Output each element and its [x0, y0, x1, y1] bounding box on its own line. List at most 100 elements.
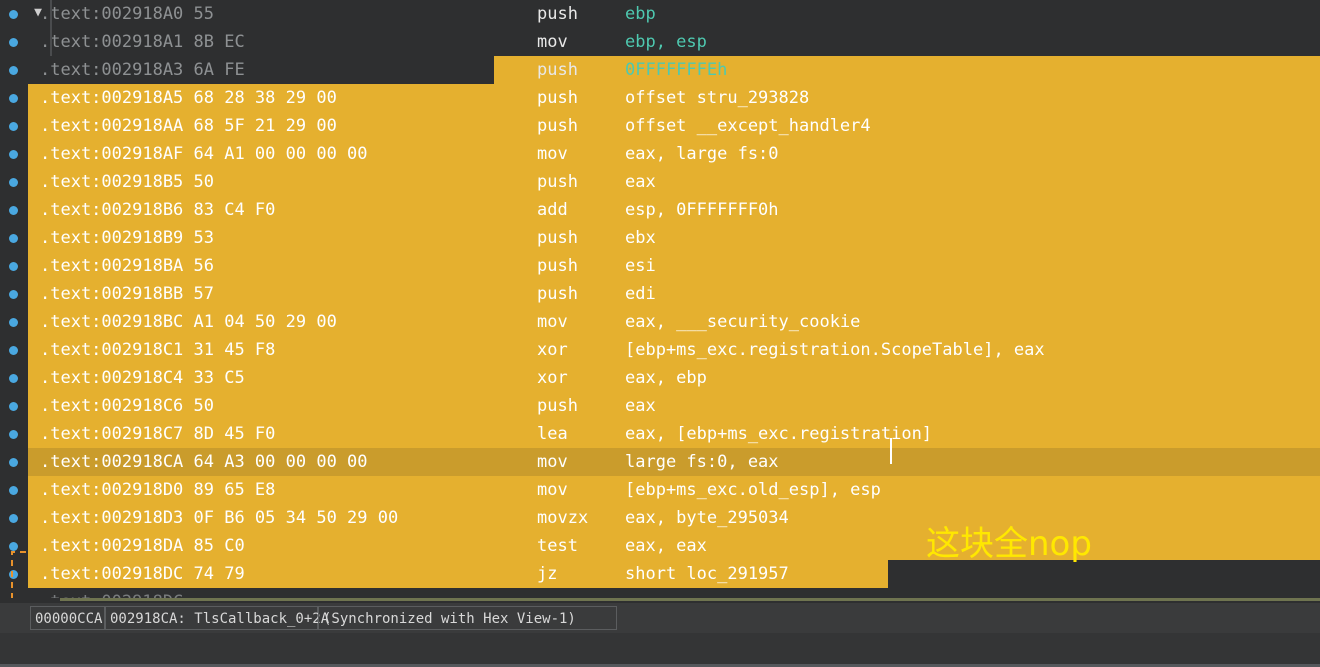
- line-operands: eax, ebp: [625, 368, 707, 388]
- disassembly-row[interactable]: .text:002918C6 50 push eax: [0, 392, 1320, 420]
- disassembly-row[interactable]: .text:002918DA 85 C0 test eax, eax: [0, 532, 1320, 560]
- line-operands: [ebp+ms_exc.registration.ScopeTable], ea…: [625, 340, 1045, 360]
- chevron-down-icon[interactable]: ▼: [28, 0, 48, 28]
- disassembly-row[interactable]: .text:002918BB 57 push edi: [0, 280, 1320, 308]
- disassembly-row[interactable]: .text:002918B6 83 C4 F0 add esp, 0FFFFFFF0…: [0, 196, 1320, 224]
- disassembly-row[interactable]: .text:002918A3 6A FE push 0FFFFFFFEh: [0, 56, 1320, 84]
- gutter[interactable]: [0, 252, 28, 280]
- line-address: .text:002918BC A1 04 50 29 00: [40, 312, 337, 332]
- gutter[interactable]: [0, 28, 28, 56]
- disassembly-row[interactable]: .text:002918D3 0F B6 05 34 50 29 00 movzx…: [0, 504, 1320, 532]
- breakpoint-dot-icon[interactable]: [9, 430, 18, 439]
- disassembly-row[interactable]: .text:002918AA 68 5F 21 29 00 push offset …: [0, 112, 1320, 140]
- gutter[interactable]: [0, 280, 28, 308]
- gutter[interactable]: [0, 448, 28, 476]
- breakpoint-dot-icon[interactable]: [9, 346, 18, 355]
- line-mnemonic: add: [537, 200, 568, 220]
- line-address: .text:002918DC 74 79: [40, 564, 245, 584]
- line-operands: eax: [625, 396, 656, 416]
- disassembly-row[interactable]: .text:002918A0 55 push ebp: [0, 0, 1320, 28]
- gutter[interactable]: [0, 112, 28, 140]
- disassembly-row[interactable]: .text:002918BC A1 04 50 29 00 mov eax, ___…: [0, 308, 1320, 336]
- annotation-label: 这块全nop: [926, 524, 1092, 564]
- gutter[interactable]: [0, 168, 28, 196]
- line-operands: eax, byte_295034: [625, 508, 789, 528]
- gutter[interactable]: [0, 364, 28, 392]
- line-mnemonic: push: [537, 172, 578, 192]
- line-address: .text:002918A3 6A FE: [40, 60, 245, 80]
- breakpoint-dot-icon[interactable]: [9, 514, 18, 523]
- gutter[interactable]: [0, 308, 28, 336]
- row-highlight: [28, 168, 1320, 196]
- disassembly-row[interactable]: .text:002918B5 50 push eax: [0, 168, 1320, 196]
- text-caret: [890, 438, 892, 464]
- line-mnemonic: mov: [537, 32, 568, 52]
- line-operands: ebp: [625, 4, 656, 24]
- breakpoint-dot-icon[interactable]: [9, 122, 18, 131]
- disassembly-row[interactable]: .text:002918DC 74 79 jz short loc_291957: [0, 560, 1320, 588]
- disassembly-row[interactable]: .text:002918A5 68 28 38 29 00 push offset …: [0, 84, 1320, 112]
- disassembly-view[interactable]: .text:002918A0 55 push ebp .text:002918A1 8…: [0, 0, 1320, 598]
- disassembly-row[interactable]: .text:002918B9 53 push ebx: [0, 224, 1320, 252]
- gutter[interactable]: [0, 336, 28, 364]
- disassembly-row[interactable]: .text:002918C1 31 45 F8 xor [ebp+ms_exc.re…: [0, 336, 1320, 364]
- line-address: .text:002918CA 64 A3 00 00 00 00: [40, 452, 368, 472]
- gutter[interactable]: [0, 504, 28, 532]
- breakpoint-dot-icon[interactable]: [9, 262, 18, 271]
- disassembly-row[interactable]: .text:002918AF 64 A1 00 00 00 00 mov eax, …: [0, 140, 1320, 168]
- row-highlight: [28, 280, 1320, 308]
- row-background: [28, 588, 1320, 598]
- line-address: .text:002918C4 33 C5: [40, 368, 245, 388]
- line-mnemonic: mov: [537, 480, 568, 500]
- status-bar: 00000CCA 002918CA: TlsCallback_0+2A (Syn…: [0, 603, 1320, 633]
- line-address: .text:002918D0 89 65 E8: [40, 480, 276, 500]
- breakpoint-dot-icon[interactable]: [9, 374, 18, 383]
- line-mnemonic: mov: [537, 452, 568, 472]
- gutter[interactable]: [0, 84, 28, 112]
- breakpoint-dot-icon[interactable]: [9, 10, 18, 19]
- disassembly-row[interactable]: .text:002918BA 56 push esi: [0, 252, 1320, 280]
- line-address: .text:002918A0 55: [40, 4, 214, 24]
- line-address: .text:002918B9 53: [40, 228, 214, 248]
- line-mnemonic: test: [537, 536, 578, 556]
- breakpoint-dot-icon[interactable]: [9, 150, 18, 159]
- line-mnemonic: push: [537, 116, 578, 136]
- row-highlight: [28, 392, 1320, 420]
- status-sync: (Synchronized with Hex View-1): [318, 606, 617, 630]
- line-address: .text:002918AF 64 A1 00 00 00 00: [40, 144, 368, 164]
- breakpoint-dot-icon[interactable]: [9, 318, 18, 327]
- disassembly-row[interactable]: .text:002918C4 33 C5 xor eax, ebp: [0, 364, 1320, 392]
- line-address: .text:002918C7 8D 45 F0: [40, 424, 276, 444]
- breakpoint-dot-icon[interactable]: [9, 290, 18, 299]
- disassembly-row[interactable]: .text:002918DC: [0, 588, 1320, 598]
- breakpoint-dot-icon[interactable]: [9, 178, 18, 187]
- breakpoint-dot-icon[interactable]: [9, 66, 18, 75]
- gutter[interactable]: [0, 392, 28, 420]
- disassembly-row[interactable]: .text:002918C7 8D 45 F0 lea eax, [ebp+ms_e…: [0, 420, 1320, 448]
- breakpoint-dot-icon[interactable]: [9, 38, 18, 47]
- disassembly-row[interactable]: .text:002918CA 64 A3 00 00 00 00 mov large…: [0, 448, 1320, 476]
- line-operands: eax, eax: [625, 536, 707, 556]
- disassembly-row[interactable]: .text:002918A1 8B EC mov ebp, esp: [0, 28, 1320, 56]
- gutter[interactable]: [0, 476, 28, 504]
- gutter[interactable]: [0, 420, 28, 448]
- breakpoint-dot-icon[interactable]: [9, 458, 18, 467]
- disassembly-row[interactable]: .text:002918D0 89 65 E8 mov [ebp+ms_exc.ol…: [0, 476, 1320, 504]
- line-operands: eax, [ebp+ms_exc.registration]: [625, 424, 933, 444]
- gutter[interactable]: [0, 0, 28, 28]
- breakpoint-dot-icon[interactable]: [9, 94, 18, 103]
- breakpoint-dot-icon[interactable]: [9, 402, 18, 411]
- gutter[interactable]: [0, 140, 28, 168]
- breakpoint-dot-icon[interactable]: [9, 206, 18, 215]
- line-mnemonic: movzx: [537, 508, 589, 528]
- breakpoint-dot-icon[interactable]: [9, 486, 18, 495]
- line-mnemonic: push: [537, 284, 578, 304]
- gutter[interactable]: [0, 56, 28, 84]
- line-operands: [ebp+ms_exc.old_esp], esp: [625, 480, 881, 500]
- gutter[interactable]: [0, 224, 28, 252]
- line-mnemonic: xor: [537, 368, 568, 388]
- gutter[interactable]: [0, 196, 28, 224]
- line-operands: ebx: [625, 228, 656, 248]
- breakpoint-dot-icon[interactable]: [9, 234, 18, 243]
- line-mnemonic: mov: [537, 144, 568, 164]
